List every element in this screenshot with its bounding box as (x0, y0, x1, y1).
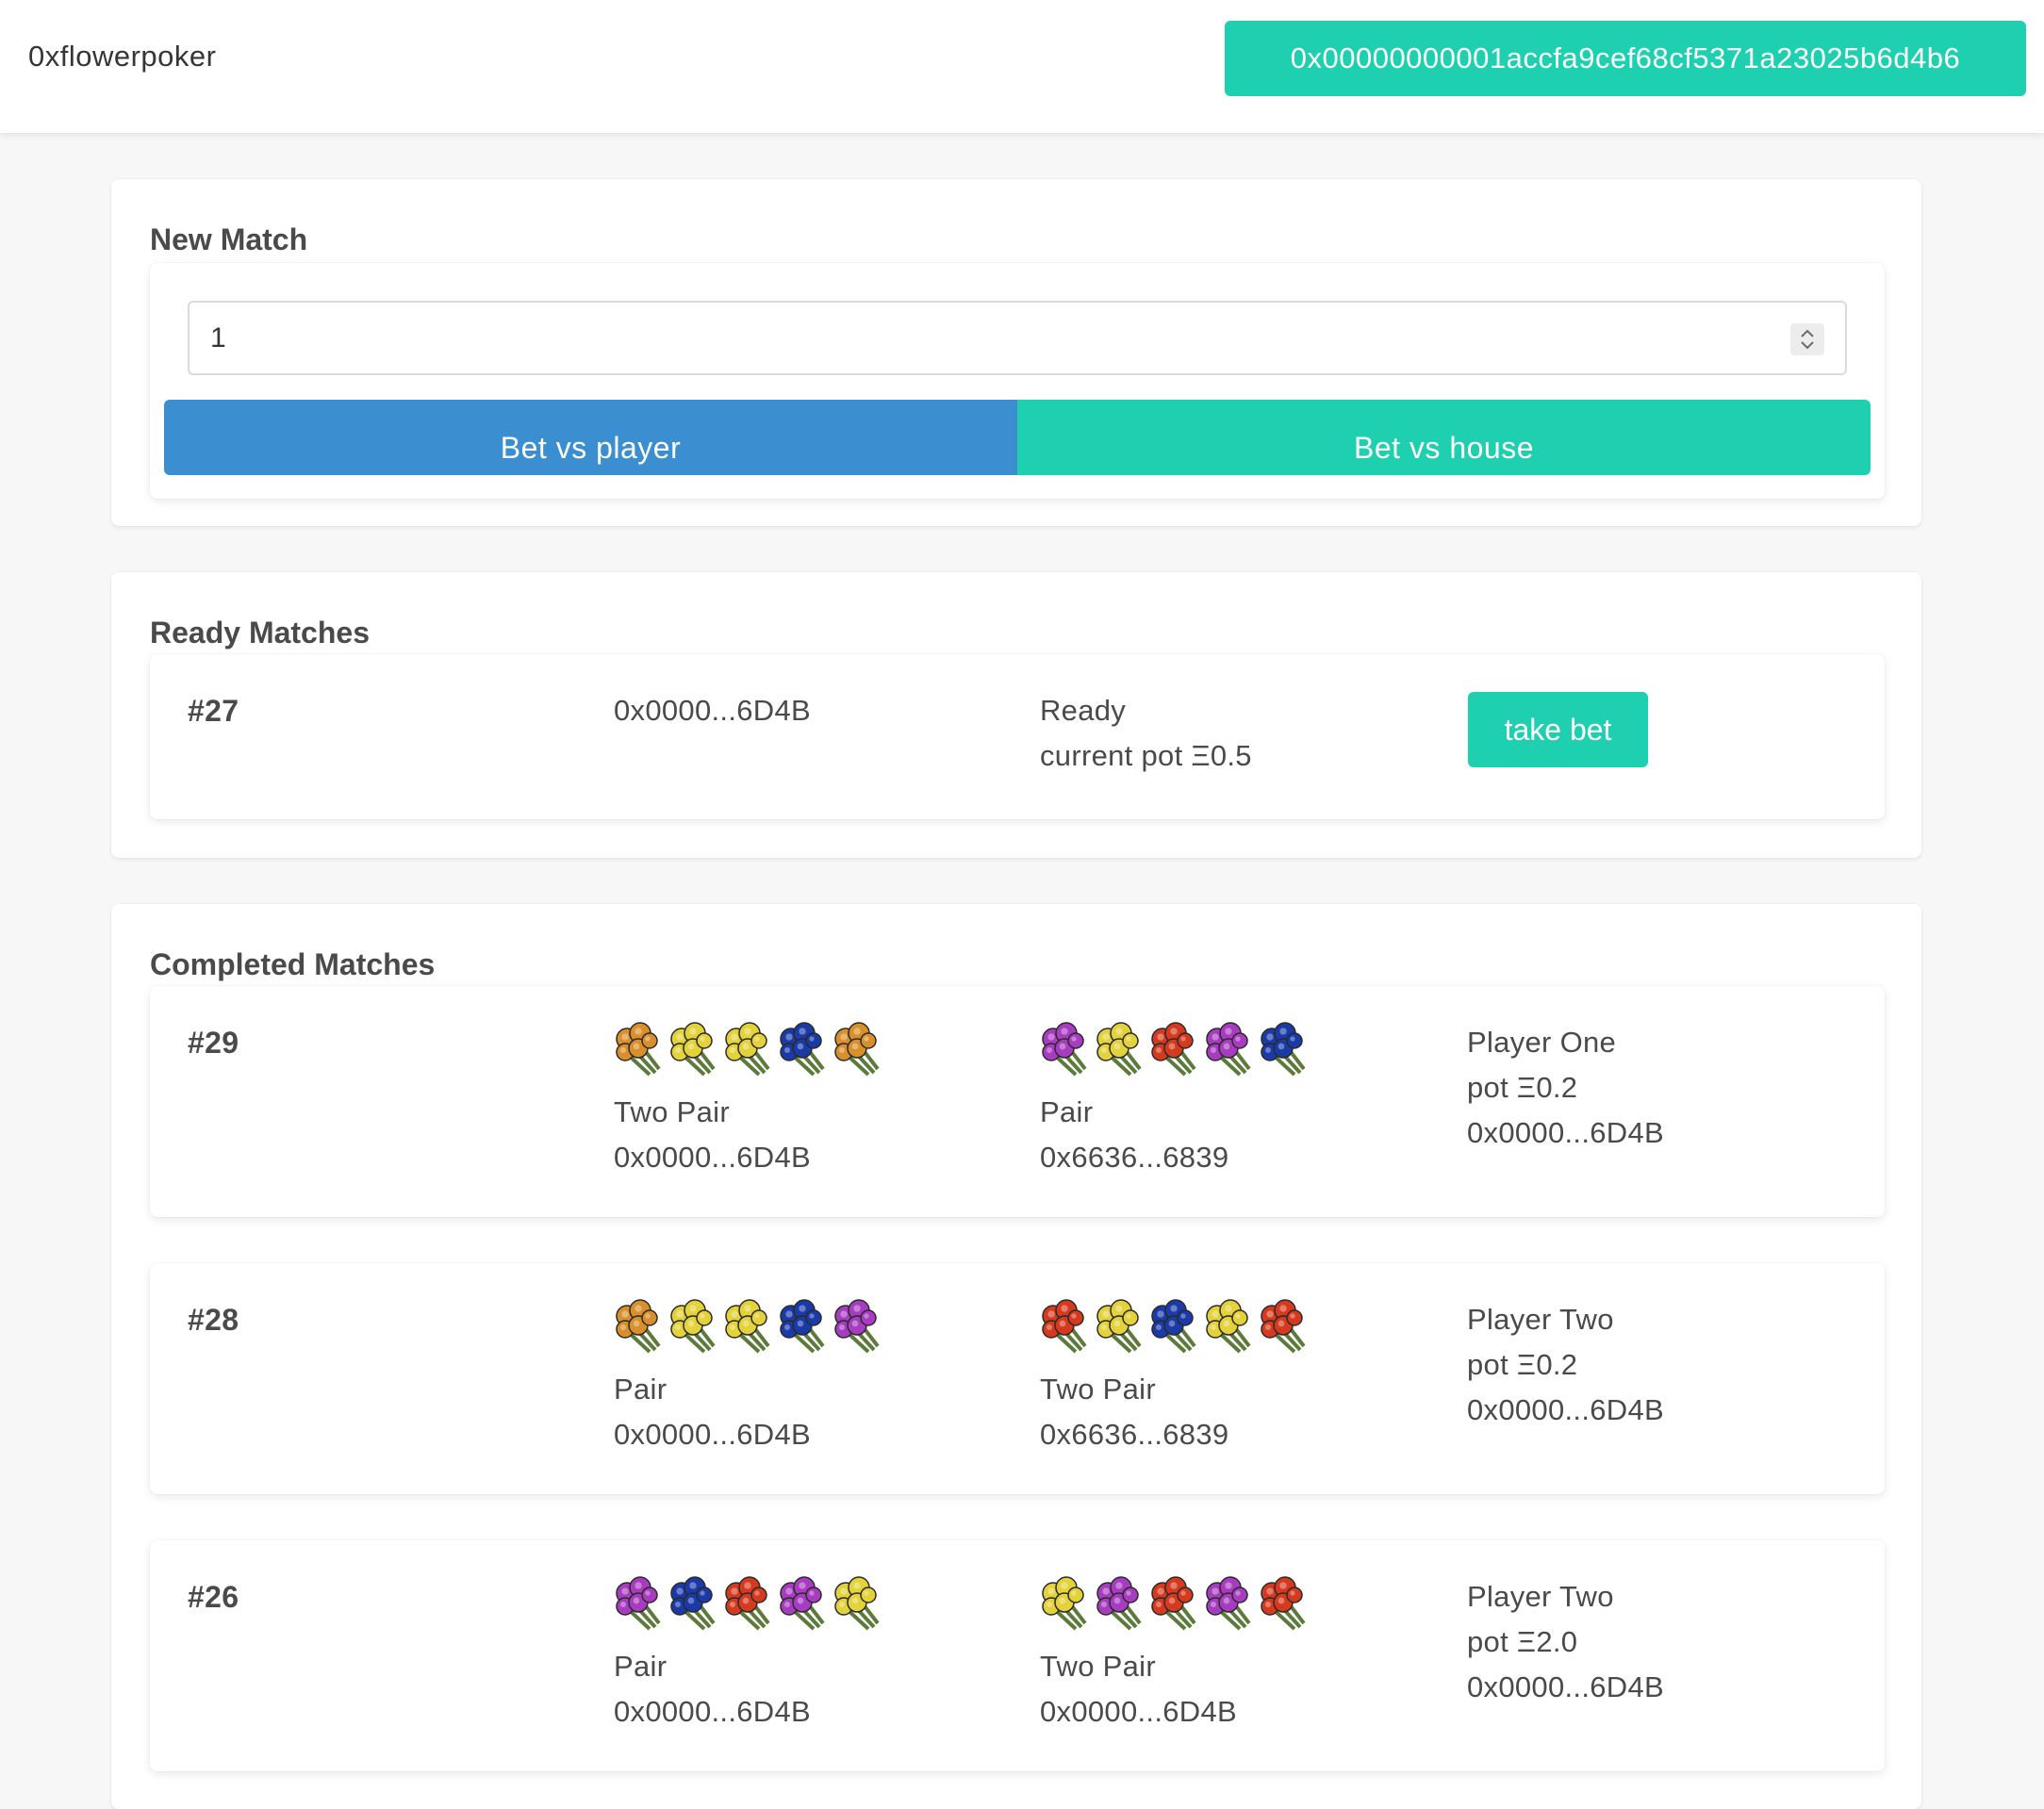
player-one-address: 0x0000...6D4B (614, 1141, 811, 1174)
player-one-hand (612, 1020, 885, 1077)
yellow-flower-icon (834, 1576, 880, 1631)
new-match-title: New Match (150, 222, 308, 256)
take-bet-button[interactable]: take bet (1468, 692, 1648, 767)
completed-matches-card: Completed Matches #29 Two Pair 0x0000...… (111, 904, 1921, 1809)
match-pot: pot Ξ2.0 (1467, 1625, 1578, 1658)
match-pot: current pot Ξ0.5 (1040, 739, 1252, 772)
player-two-address: 0x6636...6839 (1040, 1141, 1229, 1174)
player-two-address: 0x0000...6D4B (1040, 1695, 1237, 1728)
new-match-card: New Match 1 Bet vs player Bet vs house (111, 179, 1921, 526)
player-one-hand (612, 1574, 885, 1631)
yellow-flower-icon (1096, 1299, 1142, 1354)
stepper-arrows-icon (1801, 329, 1814, 350)
blue-flower-icon (1151, 1299, 1196, 1354)
player-one-hand-rank: Two Pair (614, 1095, 730, 1128)
purple-flower-icon (834, 1299, 880, 1354)
match-id: #26 (188, 1580, 239, 1614)
orange-flower-icon (616, 1022, 661, 1077)
player-two-hand (1038, 1297, 1311, 1354)
yellow-flower-icon (670, 1299, 716, 1354)
player-one-hand-rank: Pair (614, 1650, 668, 1683)
match-winner: Player Two (1467, 1303, 1614, 1336)
completed-match-row: #26 Pair 0x0000...6D4B Two Pair 0x0000..… (150, 1540, 1885, 1771)
player-two-hand (1038, 1574, 1311, 1631)
red-flower-icon (1261, 1299, 1306, 1354)
completed-match-row: #29 Two Pair 0x0000...6D4B Pair 0x6636..… (150, 986, 1885, 1217)
purple-flower-icon (616, 1576, 661, 1631)
player-one-address: 0x0000...6D4B (614, 1695, 811, 1728)
ready-matches-card: Ready Matches #27 0x0000...6D4B Ready cu… (111, 572, 1921, 858)
yellow-flower-icon (725, 1299, 770, 1354)
navbar: 0xflowerpoker 0x00000000001accfa9cef68cf… (0, 0, 2044, 133)
match-winner: Player Two (1467, 1580, 1614, 1613)
red-flower-icon (1151, 1022, 1196, 1077)
account-button[interactable]: 0x00000000001accfa9cef68cf5371a23025b6d4… (1225, 21, 2026, 96)
match-id: #27 (188, 694, 239, 728)
match-creator-address: 0x0000...6D4B (614, 694, 811, 727)
purple-flower-icon (1206, 1022, 1251, 1077)
player-one-hand (612, 1297, 885, 1354)
orange-flower-icon (834, 1022, 880, 1077)
blue-flower-icon (780, 1299, 825, 1354)
red-flower-icon (725, 1576, 770, 1631)
purple-flower-icon (780, 1576, 825, 1631)
winner-address: 0x0000...6D4B (1467, 1670, 1664, 1703)
yellow-flower-icon (1206, 1299, 1251, 1354)
winner-address: 0x0000...6D4B (1467, 1393, 1664, 1426)
match-pot: pot Ξ0.2 (1467, 1071, 1578, 1104)
match-id: #28 (188, 1303, 239, 1337)
red-flower-icon (1151, 1576, 1196, 1631)
blue-flower-icon (780, 1022, 825, 1077)
red-flower-icon (1261, 1576, 1306, 1631)
completed-matches-title: Completed Matches (150, 947, 436, 981)
player-two-hand-rank: Two Pair (1040, 1373, 1156, 1406)
blue-flower-icon (670, 1576, 716, 1631)
ready-matches-title: Ready Matches (150, 616, 370, 650)
new-match-form: 1 Bet vs player Bet vs house (150, 263, 1885, 499)
completed-match-row: #28 Pair 0x0000...6D4B Two Pair 0x6636..… (150, 1263, 1885, 1494)
player-two-hand-rank: Pair (1040, 1095, 1094, 1128)
blue-flower-icon (1261, 1022, 1306, 1077)
purple-flower-icon (1206, 1576, 1251, 1631)
yellow-flower-icon (725, 1022, 770, 1077)
match-id: #29 (188, 1026, 239, 1060)
player-two-hand (1038, 1020, 1311, 1077)
player-one-hand-rank: Pair (614, 1373, 668, 1406)
yellow-flower-icon (1096, 1022, 1142, 1077)
match-winner: Player One (1467, 1026, 1617, 1059)
brand-logo[interactable]: 0xflowerpoker (28, 40, 216, 74)
ready-match-row: #27 0x0000...6D4B Ready current pot Ξ0.5… (150, 654, 1885, 819)
bet-vs-player-button[interactable]: Bet vs player (164, 400, 1017, 475)
purple-flower-icon (1096, 1576, 1142, 1631)
bet-amount-value: 1 (210, 321, 226, 354)
match-pot: pot Ξ0.2 (1467, 1348, 1578, 1381)
purple-flower-icon (1042, 1022, 1087, 1077)
player-one-address: 0x0000...6D4B (614, 1418, 811, 1451)
player-two-address: 0x6636...6839 (1040, 1418, 1229, 1451)
yellow-flower-icon (670, 1022, 716, 1077)
number-stepper[interactable] (1790, 323, 1824, 355)
bet-vs-house-button[interactable]: Bet vs house (1017, 400, 1871, 475)
yellow-flower-icon (1042, 1576, 1087, 1631)
winner-address: 0x0000...6D4B (1467, 1116, 1664, 1149)
match-status: Ready (1040, 694, 1127, 727)
red-flower-icon (1042, 1299, 1087, 1354)
bet-amount-input[interactable]: 1 (188, 301, 1847, 375)
player-two-hand-rank: Two Pair (1040, 1650, 1156, 1683)
orange-flower-icon (616, 1299, 661, 1354)
